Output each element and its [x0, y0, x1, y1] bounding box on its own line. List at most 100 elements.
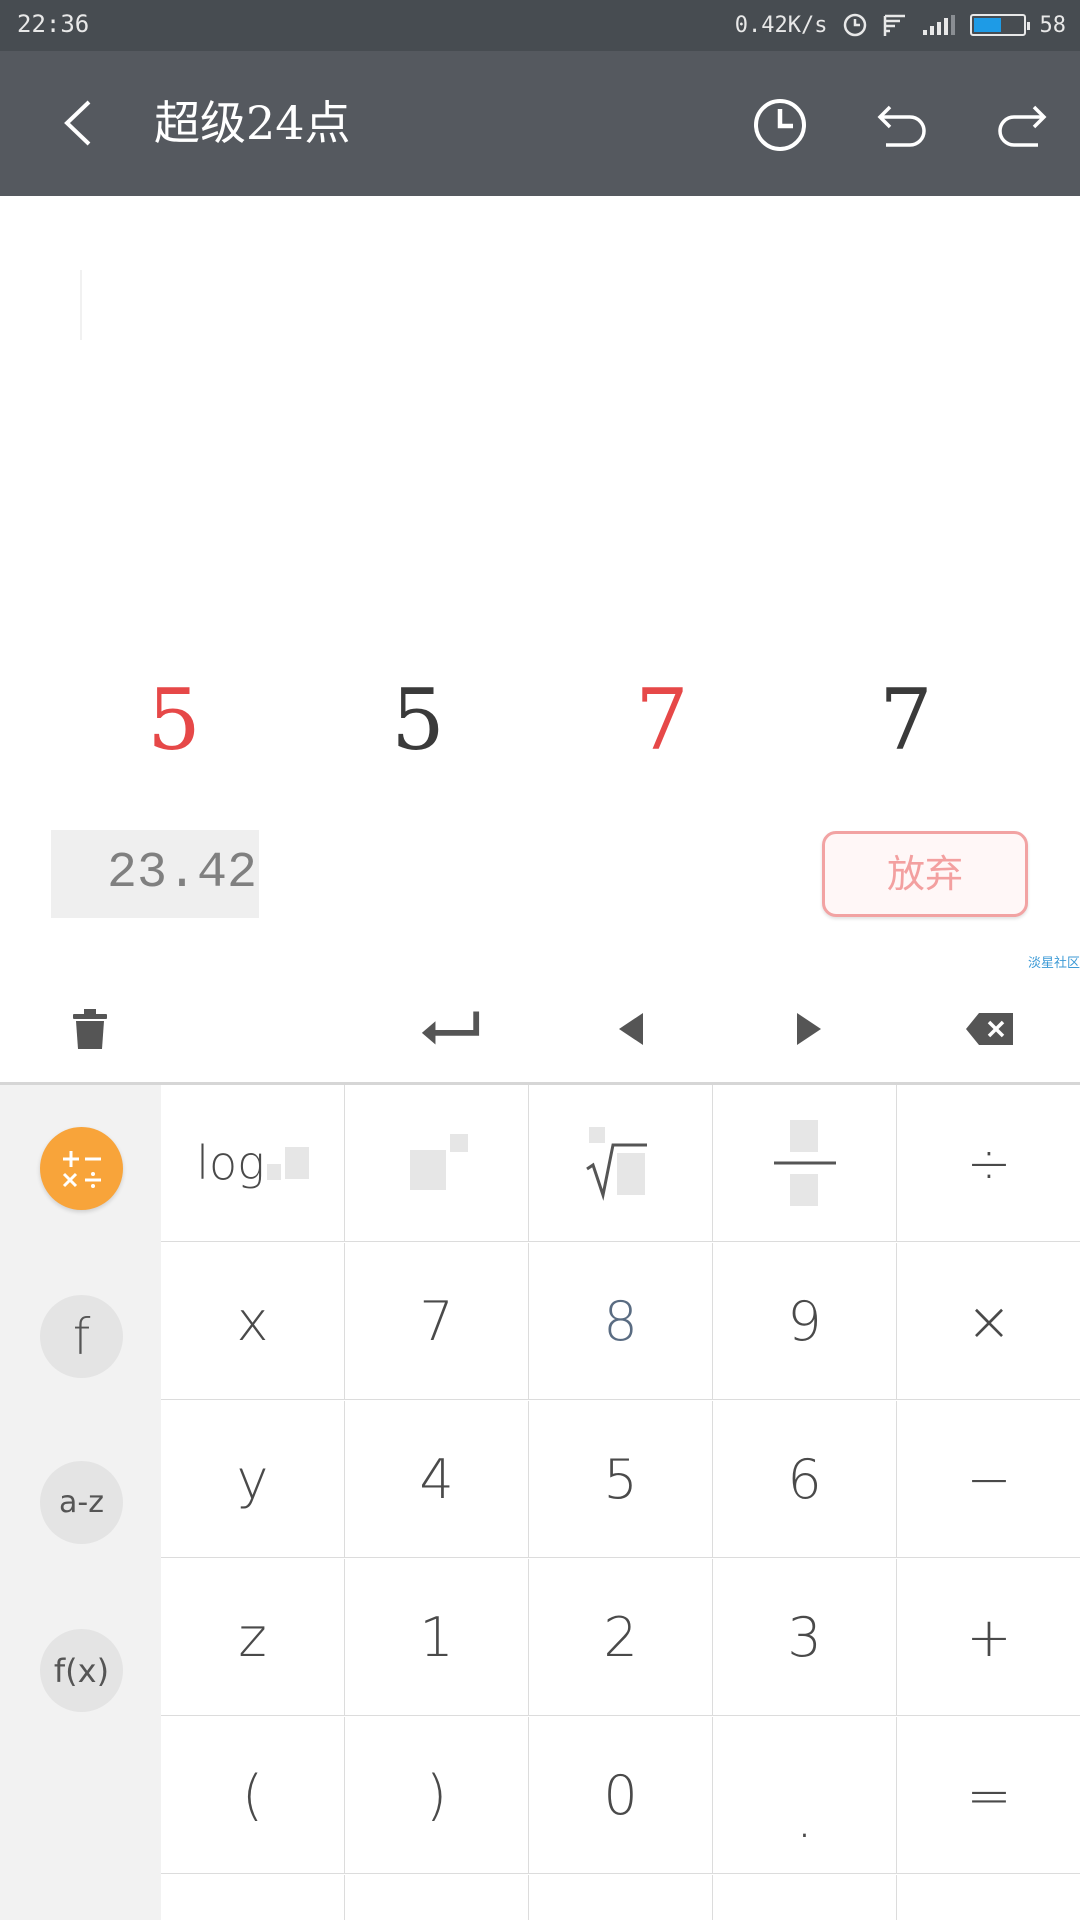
watermark: 淡星社区 — [1028, 956, 1080, 971]
cursor-right-button[interactable] — [776, 997, 840, 1061]
plus-key[interactable]: + — [897, 1559, 1080, 1716]
multiply-key-label: × — [966, 1289, 1012, 1353]
timer-display: 23.42 — [51, 830, 259, 918]
battery-icon — [969, 14, 1030, 36]
number-card-1[interactable]: 5 — [124, 670, 224, 770]
toolbar: 超级24点 — [0, 51, 1080, 196]
six-key-label: 6 — [787, 1447, 822, 1511]
x-key-label: x — [236, 1289, 269, 1353]
give-up-button[interactable]: 放弃 — [822, 831, 1028, 917]
power-template-icon — [409, 1134, 468, 1190]
back-button[interactable] — [48, 93, 108, 153]
fraction-template-icon — [773, 1120, 836, 1206]
trash-icon — [73, 1009, 107, 1049]
y-key[interactable]: y — [161, 1401, 345, 1558]
mode-custom-functions-button[interactable]: f(x) — [40, 1629, 123, 1712]
four-key[interactable]: 4 — [345, 1401, 529, 1558]
fraction-key[interactable] — [713, 1085, 897, 1242]
four-key-label: 4 — [419, 1447, 454, 1511]
number-card-4[interactable]: 7 — [856, 670, 956, 770]
two-key[interactable]: 2 — [529, 1559, 713, 1716]
mode-variables-label: a-z — [59, 1485, 104, 1520]
keypad: log ÷ x 7 8 9 × y 4 5 6 − z 1 2 3 + () 0. = — [161, 1085, 1080, 1920]
minus-key[interactable]: − — [897, 1401, 1080, 1558]
decimal-key[interactable]: . — [713, 1717, 897, 1874]
multiply-key[interactable]: × — [897, 1243, 1080, 1400]
signal-icon — [922, 14, 956, 36]
open-paren-key-label: ( — [241, 1763, 264, 1827]
divide-label: ÷ — [966, 1131, 1012, 1195]
mode-variables-button[interactable]: a-z — [40, 1461, 123, 1544]
power-key[interactable] — [345, 1085, 529, 1242]
backspace-icon — [966, 1013, 1013, 1045]
zero-key-label: 0 — [603, 1763, 638, 1827]
mode-custom-functions-label: f(x) — [53, 1651, 110, 1690]
arithmetic-icon — [62, 1150, 101, 1188]
status-bar: 22:36 0.42K/s 58 — [0, 0, 1080, 51]
battery-level: 58 — [1039, 12, 1067, 38]
z-key[interactable]: z — [161, 1559, 345, 1716]
enter-button[interactable] — [418, 997, 482, 1061]
close-paren-key[interactable]: ) — [345, 1717, 529, 1874]
history-button[interactable] — [748, 93, 812, 157]
log-label: log — [196, 1136, 265, 1190]
network-speed: 0.42K/s — [734, 12, 828, 38]
status-indicators: 0.42K/s 58 — [735, 9, 1066, 41]
log-base-placeholder — [266, 1164, 281, 1180]
divide-key[interactable]: ÷ — [897, 1085, 1080, 1242]
edit-toolbar — [0, 975, 1080, 1083]
mode-functions-label: f — [72, 1307, 91, 1366]
three-key[interactable]: 3 — [713, 1559, 897, 1716]
open-paren-key[interactable]: ( — [161, 1717, 345, 1874]
seven-key[interactable]: 7 — [345, 1243, 529, 1400]
three-key-label: 3 — [787, 1605, 822, 1669]
five-key-label: 5 — [603, 1447, 638, 1511]
eight-key[interactable]: 8 — [529, 1243, 713, 1400]
equals-key[interactable]: = — [897, 1717, 1080, 1874]
redo-button[interactable] — [990, 93, 1054, 157]
zero-key[interactable]: 0 — [529, 1717, 713, 1874]
alarm-icon — [842, 12, 868, 38]
number-card-3[interactable]: 7 — [612, 670, 712, 770]
wifi-icon — [882, 12, 908, 38]
six-key[interactable]: 6 — [713, 1401, 897, 1558]
redo-icon — [998, 105, 1047, 147]
two-key-label: 2 — [603, 1605, 638, 1669]
enter-icon — [421, 1011, 480, 1045]
back-icon — [64, 100, 91, 146]
log-arg-placeholder — [284, 1147, 309, 1179]
plus-key-label: + — [966, 1605, 1012, 1669]
nine-key-label: 9 — [787, 1289, 822, 1353]
nine-key[interactable]: 9 — [713, 1243, 897, 1400]
x-key[interactable]: x — [161, 1243, 345, 1400]
five-key[interactable]: 5 — [529, 1401, 713, 1558]
y-key-label: y — [236, 1447, 269, 1511]
root-key[interactable] — [529, 1085, 713, 1242]
undo-button[interactable] — [870, 93, 934, 157]
keypad-bottom-row-key[interactable] — [897, 1875, 1080, 1920]
battery-fill — [973, 18, 1002, 32]
keypad-bottom-row-key[interactable] — [345, 1875, 529, 1920]
keypad-bottom-row-key[interactable] — [161, 1875, 345, 1920]
status-time: 22:36 — [17, 10, 90, 38]
one-key[interactable]: 1 — [345, 1559, 529, 1716]
page-title: 超级24点 — [154, 96, 351, 150]
cursor-left-button[interactable] — [600, 997, 664, 1061]
mode-arithmetic-button[interactable] — [40, 1127, 123, 1210]
log-key[interactable]: log — [161, 1085, 345, 1242]
number-card-2[interactable]: 5 — [368, 670, 468, 770]
backspace-button[interactable] — [958, 997, 1022, 1061]
minus-key-label: − — [966, 1447, 1012, 1511]
undo-icon — [877, 105, 926, 147]
keypad-bottom-row-key[interactable] — [529, 1875, 713, 1920]
cursor-right-icon — [797, 1013, 821, 1045]
cursor-left-icon — [619, 1013, 643, 1045]
root-template-icon — [585, 1127, 647, 1201]
clear-button[interactable] — [58, 997, 122, 1061]
one-key-label: 1 — [419, 1605, 454, 1669]
history-clock-icon — [754, 99, 806, 151]
expression-cursor — [80, 270, 82, 340]
decimal-key-label: . — [795, 1786, 814, 1850]
mode-functions-button[interactable]: f — [40, 1295, 123, 1378]
keypad-bottom-row-key[interactable] — [713, 1875, 897, 1920]
